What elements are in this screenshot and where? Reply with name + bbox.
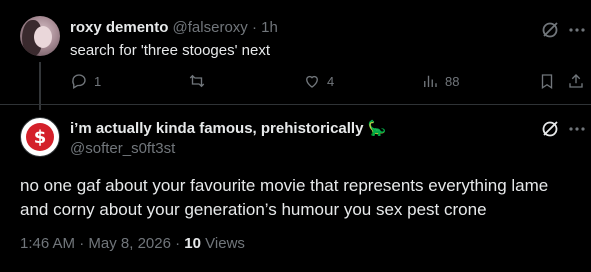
reply-count: 1 xyxy=(94,73,102,89)
timestamp[interactable]: 1h xyxy=(261,19,278,36)
avatar[interactable] xyxy=(20,16,60,56)
views-button[interactable]: 88 xyxy=(421,72,459,90)
handle[interactable]: @falseroxy xyxy=(173,19,248,36)
grok-icon[interactable] xyxy=(540,119,560,144)
share-icon xyxy=(569,74,583,88)
share-button[interactable] xyxy=(567,72,585,90)
separator: · xyxy=(79,235,85,252)
tweet-header: roxy demento @falseroxy · 1h xyxy=(70,19,278,37)
tweet-meta: 1:46 AM · May 8, 2026 · 10 Views xyxy=(20,235,245,253)
display-name[interactable]: roxy demento xyxy=(70,19,168,36)
views-icon xyxy=(424,75,437,87)
display-name[interactable]: i’m actually kinda famous, prehistorical… xyxy=(70,120,386,138)
repost-button[interactable] xyxy=(188,72,212,90)
views-count: 10 xyxy=(184,235,201,252)
like-icon xyxy=(306,75,318,88)
more-icon[interactable] xyxy=(569,20,585,45)
reply-icon xyxy=(72,74,86,89)
like-count: 4 xyxy=(327,73,335,89)
views-label: Views xyxy=(205,235,245,252)
separator: · xyxy=(175,235,181,252)
date[interactable]: May 8, 2026 xyxy=(88,235,171,252)
like-button[interactable]: 4 xyxy=(303,72,334,90)
handle[interactable]: @softer_s0ft3st xyxy=(70,140,175,158)
grok-icon[interactable] xyxy=(540,20,560,45)
tweet-text: no one gaf about your favourite movie th… xyxy=(20,176,549,219)
repost-icon xyxy=(189,74,205,88)
dollar-icon: $ xyxy=(26,123,54,151)
reply-tweet[interactable]: roxy demento @falseroxy · 1h search for … xyxy=(0,0,591,110)
reply-button[interactable]: 1 xyxy=(70,72,101,90)
tweet-text: search for 'three stooges' next xyxy=(70,42,271,59)
timestamp[interactable]: 1:46 AM xyxy=(20,235,75,252)
bookmark-icon xyxy=(541,74,553,90)
separator: · xyxy=(251,19,257,36)
main-tweet: $ i’m actually kinda famous, prehistoric… xyxy=(0,105,591,272)
avatar[interactable]: $ xyxy=(20,117,60,157)
thread-line xyxy=(39,62,41,110)
bookmark-button[interactable] xyxy=(538,72,556,90)
views-count: 88 xyxy=(445,73,460,89)
dinosaur-emoji: 🦕 xyxy=(367,120,387,137)
action-bar: 1 4 88 xyxy=(70,72,590,96)
more-icon[interactable] xyxy=(569,119,585,144)
